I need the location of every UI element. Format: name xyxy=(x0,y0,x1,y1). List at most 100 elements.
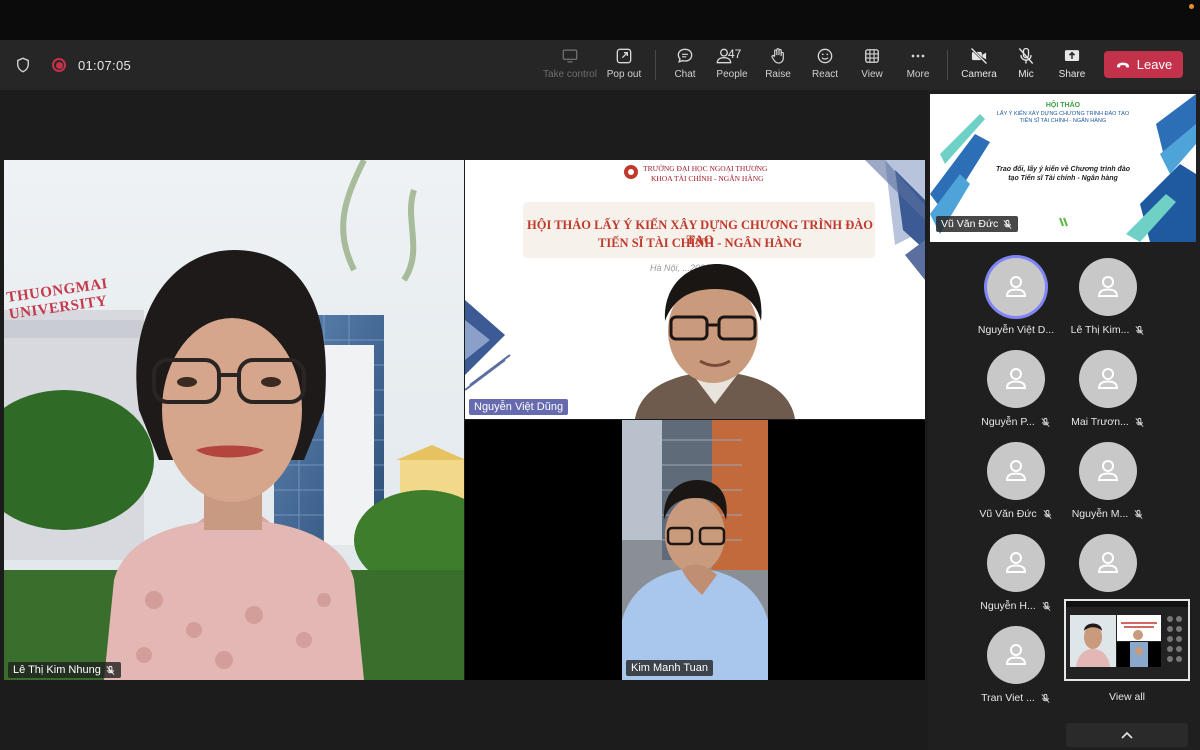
raise-label: Raise xyxy=(765,69,791,80)
mic-off-icon xyxy=(1041,417,1050,427)
participant-tile[interactable]: Tran Viet ... xyxy=(970,626,1062,716)
chat-icon xyxy=(677,48,693,63)
video-tile-nguyen-viet-dung[interactable]: TRƯỜNG ĐẠI HỌC NGOẠI THƯƠNG KHOA TÀI CHÍ… xyxy=(465,160,925,419)
camera-label: Camera xyxy=(961,69,997,80)
person-icon xyxy=(1005,644,1027,665)
mic-label: Mic xyxy=(1018,69,1034,80)
participant-video xyxy=(622,420,768,680)
mic-off-icon xyxy=(1134,509,1143,519)
chat-label: Chat xyxy=(674,69,696,80)
participant-tile[interactable]: Nguyễn Việt D... xyxy=(970,258,1062,348)
more-button[interactable]: More xyxy=(904,46,932,86)
collapse-panel-button[interactable] xyxy=(1066,723,1188,747)
participant-name: Nguyễn H... xyxy=(980,600,1036,612)
participant-name: Nguyễn Việt D... xyxy=(977,324,1055,336)
status-dot xyxy=(1189,4,1194,9)
mic-button[interactable]: Mic xyxy=(1014,46,1038,86)
people-button[interactable]: 47 People xyxy=(714,46,750,86)
mic-off-icon xyxy=(1043,509,1052,519)
person-icon xyxy=(1005,460,1027,481)
people-count: 47 xyxy=(728,47,742,61)
camera-off-icon xyxy=(970,47,988,65)
share-button[interactable]: Share xyxy=(1058,46,1086,86)
video-tile-kim-manh-tuan[interactable]: Kim Manh Tuan xyxy=(465,420,925,680)
slide-subtitle2: TIẾN SĨ TÀI CHÍNH - NGÂN HÀNG xyxy=(1019,118,1107,124)
participant-name: Nguyễn M... xyxy=(1071,508,1129,520)
avatar xyxy=(987,534,1045,592)
participant-video xyxy=(4,160,464,680)
more-icon xyxy=(911,54,925,58)
video-tile-le-thi-kim-nhung[interactable]: THUONGMAI UNIVERSITY Lê Thị Kim Nhung xyxy=(4,160,464,680)
participant-name: Lê Thị Kim... xyxy=(1070,324,1130,336)
phone-hangup-icon xyxy=(1116,62,1129,67)
participant-tile[interactable]: Nguyễn H... xyxy=(970,534,1062,624)
pop-out-label: Pop out xyxy=(606,69,642,80)
participant-tile[interactable]: Mai Trươn... xyxy=(1062,350,1154,440)
mic-off-icon xyxy=(1135,325,1144,335)
participant-tile[interactable]: Nguyễn P... xyxy=(970,350,1062,440)
slide-title-line2: TIẾN SĨ TÀI CHÍNH - NGÂN HÀNG xyxy=(598,236,802,250)
take-control-label: Take control xyxy=(543,69,597,80)
people-label: People xyxy=(716,69,748,80)
person-icon xyxy=(1005,276,1027,297)
avatar xyxy=(987,626,1045,684)
pop-out-icon xyxy=(616,48,632,64)
chevron-up-icon xyxy=(1121,731,1133,739)
smile-icon xyxy=(817,48,833,64)
speaker-video xyxy=(635,264,795,419)
leave-button[interactable]: Leave xyxy=(1104,51,1183,78)
participant-name: Kim Manh Tuan xyxy=(631,662,709,674)
camera-button[interactable]: Camera xyxy=(960,46,998,86)
hand-icon xyxy=(771,48,784,64)
avatar xyxy=(1079,350,1137,408)
react-label: React xyxy=(811,69,839,80)
view-all-link[interactable]: View all xyxy=(1064,691,1190,703)
person-icon xyxy=(1097,276,1119,297)
meeting-toolbar: 01:07:05 Take control Pop out Chat 47 Pe… xyxy=(0,40,1200,90)
mic-off-icon xyxy=(106,665,115,675)
view-button[interactable]: View xyxy=(858,46,886,86)
slide-university: TRƯỜNG ĐẠI HỌC NGOẠI THƯƠNG xyxy=(643,164,768,173)
slide-title: HỘI THẢO xyxy=(1045,102,1081,109)
participant-name-tag: Kim Manh Tuan xyxy=(626,660,714,676)
mic-off-icon xyxy=(1041,693,1050,703)
shield-icon[interactable] xyxy=(14,56,32,74)
participants-panel: HỘI THẢO LẤY Ý KIẾN XÂY DỰNG CHƯƠNG TRÌN… xyxy=(928,90,1200,750)
person-icon xyxy=(1005,368,1027,389)
person-icon xyxy=(1097,552,1119,573)
view-label: View xyxy=(861,69,883,80)
mic-off-icon xyxy=(1135,417,1144,427)
gallery-preview-thumbnail xyxy=(1066,601,1188,679)
avatar xyxy=(987,350,1045,408)
view-all-preview[interactable] xyxy=(1064,599,1190,681)
pop-out-button[interactable]: Pop out xyxy=(604,46,644,86)
react-button[interactable]: React xyxy=(811,46,839,86)
participant-tile[interactable]: Nguyễn M... xyxy=(1062,442,1154,532)
leave-label: Leave xyxy=(1136,57,1173,72)
participant-tile[interactable]: Vũ Văn Đức xyxy=(970,442,1062,532)
slide-body1: Trao đổi, lấy ý kiến về Chương trình đào xyxy=(995,166,1131,173)
avatar xyxy=(1079,258,1137,316)
take-control-button[interactable]: Take control xyxy=(541,46,599,86)
shared-content-tile[interactable]: HỘI THẢO LẤY Ý KIẾN XÂY DỰNG CHƯƠNG TRÌN… xyxy=(930,94,1196,242)
slide-body2: tạo Tiến sĩ Tài chính - Ngân hàng xyxy=(1008,175,1118,182)
chat-button[interactable]: Chat xyxy=(670,46,700,86)
toolbar-divider xyxy=(947,50,948,80)
person-icon xyxy=(1097,460,1119,481)
person-icon xyxy=(1097,368,1119,389)
participant-tile[interactable]: Lê Thị Kim... xyxy=(1062,258,1154,348)
participant-name: Mai Trươn... xyxy=(1071,416,1129,428)
avatar xyxy=(1079,442,1137,500)
avatar xyxy=(1079,534,1137,592)
slide-faculty: KHOA TÀI CHÍNH - NGÂN HÀNG xyxy=(651,174,764,183)
person-icon xyxy=(1005,552,1027,573)
raise-hand-button[interactable]: Raise xyxy=(764,46,792,86)
meeting-timer: 01:07:05 xyxy=(78,57,132,73)
participant-name: Lê Thị Kim Nhung xyxy=(13,664,101,676)
video-stage: THUONGMAI UNIVERSITY Lê Thị Kim Nhung TR… xyxy=(0,90,928,750)
participant-name: Tran Viet ... xyxy=(981,692,1035,704)
window-titlebar xyxy=(0,0,1200,40)
mic-off-icon xyxy=(1003,219,1012,229)
share-screen-icon xyxy=(1064,50,1080,61)
mic-off-icon xyxy=(1018,47,1034,64)
